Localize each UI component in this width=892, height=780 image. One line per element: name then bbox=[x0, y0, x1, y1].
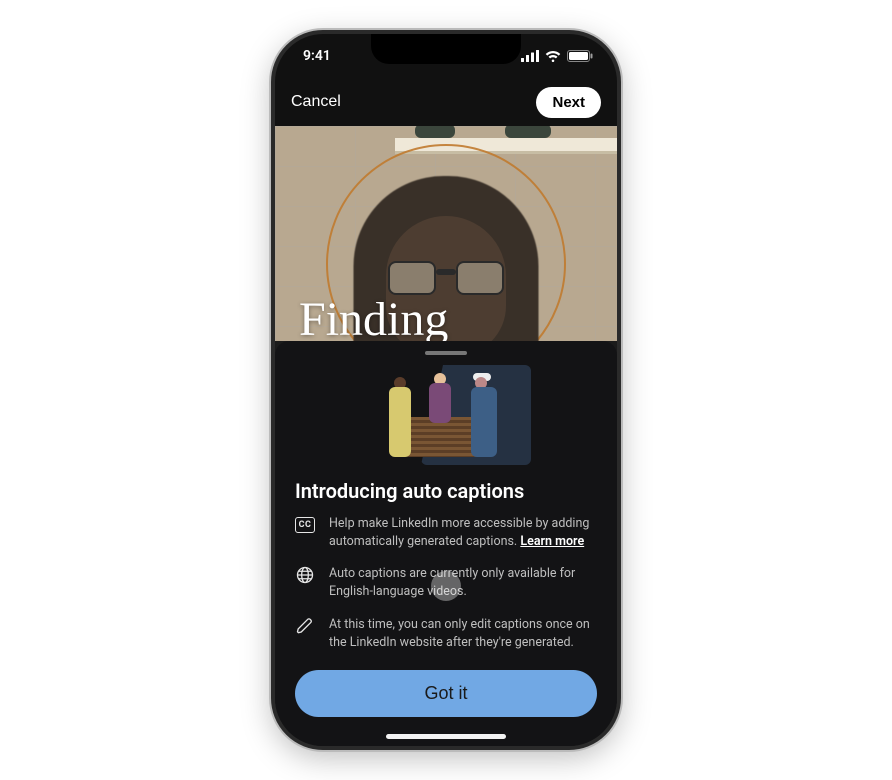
nav-bar: Cancel Next bbox=[275, 78, 617, 126]
cancel-button[interactable]: Cancel bbox=[291, 93, 341, 111]
screen-content: Finding Introducing auto captions CC Hel bbox=[275, 126, 617, 746]
feature-text: At this time, you can only edit captions… bbox=[329, 616, 597, 652]
status-indicators bbox=[521, 50, 593, 62]
feature-list: CC Help make LinkedIn more accessible by… bbox=[295, 515, 597, 652]
feature-row: Auto captions are currently only availab… bbox=[295, 565, 597, 601]
feature-row: At this time, you can only edit captions… bbox=[295, 616, 597, 652]
next-button[interactable]: Next bbox=[536, 87, 601, 118]
info-sheet: Introducing auto captions CC Help make L… bbox=[275, 341, 617, 746]
cc-icon: CC bbox=[295, 515, 315, 535]
feature-row: CC Help make LinkedIn more accessible by… bbox=[295, 515, 597, 551]
got-it-button[interactable]: Got it bbox=[295, 670, 597, 717]
sheet-grabber[interactable] bbox=[425, 351, 467, 355]
background-jar bbox=[415, 126, 455, 138]
status-time: 9:41 bbox=[303, 48, 331, 64]
video-overlay-title: Finding bbox=[299, 292, 448, 341]
home-indicator[interactable] bbox=[386, 734, 506, 739]
wifi-icon bbox=[545, 50, 561, 62]
globe-icon bbox=[295, 565, 315, 585]
pencil-icon bbox=[295, 616, 315, 636]
background-jar bbox=[505, 126, 551, 138]
device-notch bbox=[371, 34, 521, 64]
learn-more-link[interactable]: Learn more bbox=[520, 534, 584, 549]
video-preview[interactable]: Finding bbox=[275, 126, 617, 341]
sheet-title: Introducing auto captions bbox=[295, 479, 597, 503]
battery-icon bbox=[567, 50, 593, 62]
sheet-illustration bbox=[371, 365, 521, 465]
feature-text: Auto captions are currently only availab… bbox=[329, 565, 597, 601]
feature-text: Help make LinkedIn more accessible by ad… bbox=[329, 515, 597, 551]
cellular-icon bbox=[521, 50, 539, 62]
phone-frame: 9:41 Cancel Next bbox=[271, 30, 621, 750]
